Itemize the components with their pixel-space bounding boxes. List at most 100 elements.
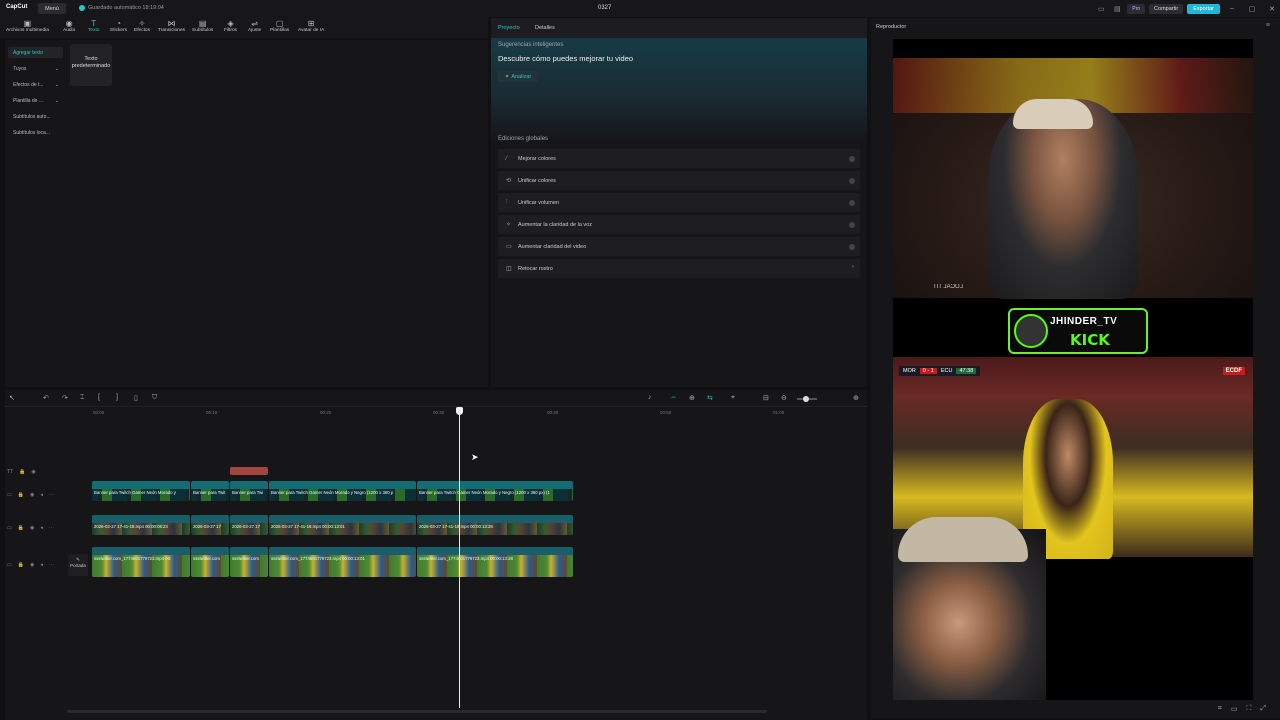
eye-icon[interactable]: ◉ <box>30 525 34 531</box>
default-text-card[interactable]: Texto predeterminado <box>70 44 112 86</box>
timeline-scrollbar[interactable] <box>67 710 767 713</box>
toolbar-item-stickers[interactable]: ◔ Stickers <box>110 19 127 33</box>
more-icon[interactable]: ⋯ <box>49 492 54 498</box>
toolbar-item-templates[interactable]: ▢ Plantillas <box>270 19 289 33</box>
link-icon[interactable]: ⇔ <box>670 394 677 401</box>
zoom-fit-icon[interactable]: ⊕ <box>853 394 859 402</box>
trim-right-icon[interactable]: ] <box>116 394 118 401</box>
toolbar-item-ai-avatar[interactable]: ⊞ Avatar de IA <box>298 19 324 33</box>
fullscreen-icon[interactable]: ⛶ <box>1246 705 1251 713</box>
microphone-icon[interactable]: ♪ <box>648 394 652 401</box>
audio-icon[interactable]: ◂ <box>40 525 43 531</box>
redo-icon[interactable]: ↷ <box>62 394 68 402</box>
toggle-dot[interactable] <box>849 178 855 184</box>
magnet-icon[interactable]: ⊕ <box>689 394 695 402</box>
playhead-handle[interactable] <box>456 407 463 415</box>
preview-icon[interactable]: ⌖ <box>731 394 735 402</box>
global-item-enhance-colors[interactable]: ⁄ Mejorar colores <box>498 149 860 168</box>
webcam-clip[interactable]: 2026-03-27 17-41-18.mp4 00:00:08:23 <box>92 515 190 535</box>
tab-project[interactable]: Proyecto <box>498 25 520 31</box>
sidebar-item-text-effects[interactable]: Efectos de t... ⌄ <box>8 79 63 90</box>
toggle-dot[interactable] <box>849 222 855 228</box>
toolbar-item-text[interactable]: T Texto <box>88 19 99 33</box>
video-preview[interactable]: LOCAL TIT JHINDER_TV KICK MOR 0 - 1 ECU … <box>893 39 1253 700</box>
panel-icon[interactable]: ▤ <box>1111 3 1123 14</box>
zoom-out-icon[interactable]: ⊖ <box>781 394 787 402</box>
close-icon[interactable]: ✕ <box>1264 5 1280 13</box>
lock-icon[interactable]: 🔒 <box>18 525 24 531</box>
expand-icon[interactable]: ⤢ <box>1260 705 1266 713</box>
minimize-icon[interactable]: – <box>1224 5 1240 12</box>
toolbar-item-subtitles[interactable]: ▤ Subtítulos <box>192 19 213 33</box>
split-icon[interactable]: ⌶ <box>80 394 84 402</box>
webcam-clip[interactable]: 2026-03-27 17-41-18.mp4 00:00:13:28 <box>417 515 573 535</box>
global-item-unify-volume[interactable]: ⫶ Unificar volumen <box>498 193 860 212</box>
zoom-knob[interactable] <box>803 396 809 402</box>
maximize-icon[interactable]: ▢ <box>1244 5 1260 13</box>
ratio-icon[interactable]: ▭ <box>1231 705 1238 713</box>
more-icon[interactable]: ⋯ <box>49 525 54 531</box>
main-clip[interactable]: ssstwitter.com <box>230 547 268 577</box>
sidebar-item-auto-subtitles[interactable]: Subtítulos auto... <box>8 111 63 122</box>
sidebar-item-yours[interactable]: Tuyos ⌄ <box>8 63 63 74</box>
banner-clip[interactable]: Banner para Twitch Gamer Neón Morado y N… <box>269 481 416 501</box>
menu-button[interactable]: Menú <box>38 3 66 14</box>
captions-icon[interactable]: ⊟ <box>763 394 769 402</box>
banner-clip[interactable]: Banner para Twitch Gamer Neón Morado y <box>92 481 190 501</box>
webcam-clip[interactable]: 2026-03-27 17-41-18.mp4 00:00:13:01 <box>269 515 416 535</box>
eye-icon[interactable]: ◉ <box>30 562 34 568</box>
audio-icon[interactable]: ◂ <box>40 562 43 568</box>
cover-button[interactable]: ✎ Portada <box>68 554 88 576</box>
eye-icon[interactable]: ◉ <box>31 469 35 475</box>
webcam-clip[interactable]: 2026-03-27 17 <box>191 515 229 535</box>
zoom-slider[interactable] <box>797 396 817 402</box>
toolbar-item-transitions[interactable]: ⋈ Transiciones <box>158 19 185 33</box>
global-item-video-clarity[interactable]: ▭ Aumentar claridad del video <box>498 237 860 256</box>
toolbar-item-filters[interactable]: ◈ Filtros <box>224 19 237 33</box>
more-icon[interactable]: ⋯ <box>49 562 54 568</box>
pro-button[interactable]: Pro <box>1127 3 1146 14</box>
global-item-retouch-face[interactable]: ◫ Retocar rostro › <box>498 259 860 278</box>
snap-icon[interactable]: ⇆ <box>707 394 713 402</box>
sidebar-item-add-text[interactable]: Agregar texto <box>8 47 63 58</box>
properties-tabs: Proyecto Detalles <box>491 18 867 38</box>
toolbar-item-adjust[interactable]: ⇌ Ajuste <box>248 19 261 33</box>
main-clip[interactable]: ssstwitter.com_1774601779723.mp4 00:00:1… <box>417 547 573 577</box>
global-item-voice-clarity[interactable]: ✧ Aumentar la claridad de la voz <box>498 215 860 234</box>
share-button[interactable]: Compartir <box>1149 3 1184 14</box>
audio-icon[interactable]: ◂ <box>40 492 43 498</box>
sidebar-item-local-subtitles[interactable]: Subtítulos loca... <box>8 127 63 138</box>
toolbar-item-media[interactable]: ▣ Archivos multimedia <box>6 19 49 33</box>
lock-icon[interactable]: 🔒 <box>19 469 25 475</box>
main-clip[interactable]: ssstwitter.com_1774601779723.mp4 00:00:1… <box>269 547 416 577</box>
webcam-clip[interactable]: 2026-03-27 17 <box>230 515 268 535</box>
toolbar-item-audio[interactable]: ◉ Audio <box>63 19 75 33</box>
eye-icon[interactable]: ◉ <box>30 492 34 498</box>
select-tool-icon[interactable]: ↖ <box>9 394 15 402</box>
lock-icon[interactable]: 🔒 <box>18 562 24 568</box>
toolbar-item-effects[interactable]: ✧ Efectos <box>134 19 150 33</box>
main-clip[interactable]: ssstwitter.com <box>191 547 229 577</box>
global-item-unify-colors[interactable]: ⟲ Unificar colores <box>498 171 860 190</box>
banner-clip[interactable]: Banner para Twit <box>191 481 229 501</box>
toggle-dot[interactable] <box>849 200 855 206</box>
more-icon[interactable]: ≡ <box>1266 22 1270 29</box>
undo-icon[interactable]: ↶ <box>43 394 49 402</box>
trim-left-icon[interactable]: [ <box>98 394 100 401</box>
lock-icon[interactable]: 🔒 <box>18 492 24 498</box>
delete-icon[interactable]: ▯ <box>134 394 138 402</box>
analyze-button[interactable]: ✦ Analizar <box>498 71 538 82</box>
crop-icon[interactable]: ⌗ <box>1218 705 1222 713</box>
sidebar-item-text-templates[interactable]: Plantilla de ... ⌄ <box>8 95 63 106</box>
layout-icon[interactable]: ▭ <box>1095 3 1107 14</box>
export-button[interactable]: Exportar <box>1187 3 1220 14</box>
main-clip[interactable]: ssstwitter.com_1774601779723.mp4 00: <box>92 547 190 577</box>
toggle-dot[interactable] <box>849 244 855 250</box>
shield-icon[interactable]: ⛉ <box>152 394 157 402</box>
text-clip[interactable] <box>230 467 268 475</box>
banner-clip[interactable]: Banner para Twi <box>230 481 268 501</box>
toggle-dot[interactable] <box>849 156 855 162</box>
tab-details[interactable]: Detalles <box>535 25 555 31</box>
playhead-line[interactable] <box>459 410 460 708</box>
banner-clip[interactable]: Banner para Twitch Gamer Neón Morado y N… <box>417 481 573 501</box>
